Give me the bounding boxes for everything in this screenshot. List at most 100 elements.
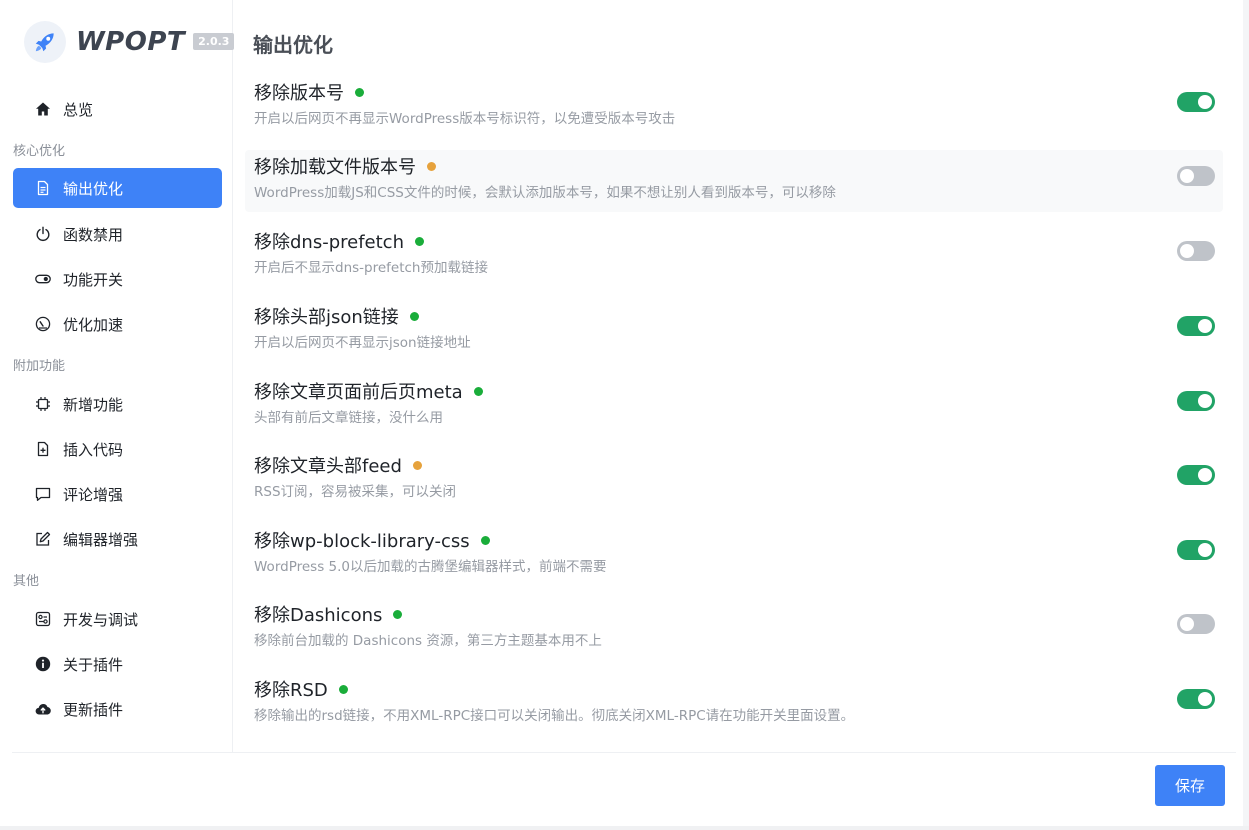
status-dot [480, 535, 490, 545]
comment-icon [35, 486, 51, 502]
setting-description: WordPress 5.0以后加载的古腾堡编辑器样式，前端不需要 [254, 559, 607, 575]
toggle-knob [1198, 95, 1212, 109]
setting-description: 开启以后网页不再显示WordPress版本号标识符，以免遭受版本号攻击 [254, 111, 676, 127]
sidebar-item-output-optimization[interactable]: 输出优化 [13, 168, 222, 208]
setting-name: 移除wp-block-library-css [254, 531, 470, 552]
setting-description: 开启以后网页不再显示json链接地址 [254, 335, 471, 351]
sidebar-item-function-disable[interactable]: 函数禁用 [13, 214, 222, 254]
setting-row: 移除版本号 开启以后网页不再显示WordPress版本号标识符，以免遭受版本号攻… [245, 76, 1223, 138]
remove-dashicons-toggle[interactable] [1177, 614, 1215, 634]
page-title: 输出优化 [253, 33, 333, 57]
setting-name: 移除文章头部feed [254, 456, 402, 477]
speedometer-icon [35, 316, 51, 332]
window-edge [0, 826, 1249, 830]
setting-row: 移除dns-prefetch 开启后不显示dns-prefetch预加载链接 [245, 225, 1223, 287]
sidebar-item-label: 插入代码 [63, 440, 124, 459]
version-badge: 2.0.3 [193, 32, 235, 50]
sidebar-item-feature-switch[interactable]: 功能开关 [13, 259, 222, 299]
remove-version-toggle[interactable] [1177, 92, 1215, 112]
edit-icon [35, 531, 51, 547]
remove-dns-prefetch-toggle[interactable] [1177, 241, 1215, 261]
sidebar-item-label: 函数禁用 [63, 225, 124, 244]
sidebar-item-new-features[interactable]: 新增功能 [13, 384, 222, 424]
toggle-knob [1180, 617, 1194, 631]
setting-name: 移除头部json链接 [254, 307, 399, 328]
remove-file-version-toggle[interactable] [1177, 166, 1215, 186]
setting-description: 移除输出的rsd链接，不用XML-RPC接口可以关闭输出。彻底关闭XML-RPC… [254, 708, 855, 724]
sidebar-item-update-plugin[interactable]: 更新插件 [13, 689, 222, 729]
sidebar-item-label: 优化加速 [63, 315, 124, 334]
setting-description: WordPress加载JS和CSS文件的时候，会默认添加版本号，如果不想让别人看… [254, 185, 836, 201]
status-dot [415, 236, 424, 246]
app-name: WPOPT [76, 27, 186, 57]
power-icon [35, 226, 51, 242]
toggle-icon [35, 271, 51, 287]
setting-row: 移除头部json链接 开启以后网页不再显示json链接地址 [245, 300, 1223, 362]
sidebar-item-editor-enhance[interactable]: 编辑器增强 [13, 519, 222, 559]
sidebar-item-label: 关于插件 [63, 655, 124, 674]
section-title-core: 核心优化 [13, 144, 66, 159]
save-button[interactable]: 保存 [1155, 765, 1225, 806]
toggle-knob [1198, 468, 1212, 482]
sidebar-item-comment-enhance[interactable]: 评论增强 [13, 474, 222, 514]
sidebar-item-label: 输出优化 [63, 179, 124, 198]
logo: WPOPT 2.0.3 [24, 20, 235, 64]
setting-description: 头部有前后文章链接，没什么用 [254, 410, 443, 426]
sidebar-item-overview[interactable]: 总览 [13, 89, 222, 129]
setting-name: 移除dns-prefetch [254, 232, 404, 253]
setting-row: 移除wp-block-library-css WordPress 5.0以后加载… [245, 524, 1223, 586]
rocket-icon [24, 21, 66, 63]
setting-name: 移除加载文件版本号 [254, 157, 416, 178]
section-title-other: 其他 [13, 574, 40, 589]
sidebar-item-label: 新增功能 [63, 395, 124, 414]
toggle-knob [1180, 169, 1194, 183]
setting-row: 移除加载文件版本号 WordPress加载JS和CSS文件的时候，会默认添加版本… [245, 150, 1223, 212]
remove-rsd-toggle[interactable] [1177, 689, 1215, 709]
setting-name: 移除文章页面前后页meta [254, 382, 463, 403]
setting-name: 移除版本号 [254, 83, 344, 104]
setting-row: 移除RSD 移除输出的rsd链接，不用XML-RPC接口可以关闭输出。彻底关闭X… [245, 673, 1223, 735]
file-plus-icon [35, 441, 51, 457]
home-icon [35, 101, 51, 117]
sidebar-item-about-plugin[interactable]: 关于插件 [13, 644, 222, 684]
app-window: WPOPT 2.0.3 总览 核心优化 输出优化 函数禁用 功能开关 优化加速 … [0, 0, 1249, 830]
status-dot [338, 684, 348, 694]
window-edge [1243, 0, 1249, 830]
sidebar-item-label: 总览 [63, 100, 94, 119]
setting-description: 移除前台加载的 Dashicons 资源，第三方主题基本用不上 [254, 633, 602, 649]
sidebar-item-label: 编辑器增强 [63, 530, 139, 549]
setting-description: RSS订阅，容易被采集，可以关闭 [254, 484, 457, 500]
status-dot [409, 311, 419, 321]
remove-block-library-css-toggle[interactable] [1177, 540, 1215, 560]
status-dot [393, 609, 403, 619]
setting-description: 开启后不显示dns-prefetch预加载链接 [254, 260, 488, 276]
toggle-knob [1198, 394, 1212, 408]
setting-row: 移除Dashicons 移除前台加载的 Dashicons 资源，第三方主题基本… [245, 598, 1223, 660]
footer-bar: 保存 [12, 752, 1236, 827]
sidebar-item-speed-optimization[interactable]: 优化加速 [13, 304, 222, 344]
sidebar-item-label: 更新插件 [63, 700, 124, 719]
status-dot [355, 87, 364, 97]
remove-json-link-toggle[interactable] [1177, 316, 1215, 336]
toggle-knob [1198, 319, 1212, 333]
debug-icon [35, 611, 51, 627]
setting-row: 移除文章页面前后页meta 头部有前后文章链接，没什么用 [245, 375, 1223, 437]
toggle-knob [1180, 244, 1194, 258]
status-dot [473, 386, 483, 396]
document-icon [35, 180, 51, 196]
sidebar-item-label: 功能开关 [63, 270, 124, 289]
info-icon [35, 656, 51, 672]
setting-name: 移除Dashicons [254, 605, 383, 626]
remove-feed-toggle[interactable] [1177, 465, 1215, 485]
status-dot [412, 460, 422, 470]
section-title-extra: 附加功能 [13, 359, 66, 374]
main-content: 输出优化 移除版本号 开启以后网页不再显示WordPress版本号标识符，以免遭… [233, 0, 1236, 752]
sidebar: WPOPT 2.0.3 总览 核心优化 输出优化 函数禁用 功能开关 优化加速 … [0, 0, 235, 752]
setting-row: 移除文章头部feed RSS订阅，容易被采集，可以关闭 [245, 449, 1223, 511]
toggle-knob [1198, 543, 1212, 557]
sidebar-item-label: 开发与调试 [63, 610, 139, 629]
remove-adjacent-meta-toggle[interactable] [1177, 391, 1215, 411]
cloud-upload-icon [35, 701, 51, 717]
sidebar-item-insert-code[interactable]: 插入代码 [13, 429, 222, 469]
sidebar-item-dev-debug[interactable]: 开发与调试 [13, 599, 222, 639]
